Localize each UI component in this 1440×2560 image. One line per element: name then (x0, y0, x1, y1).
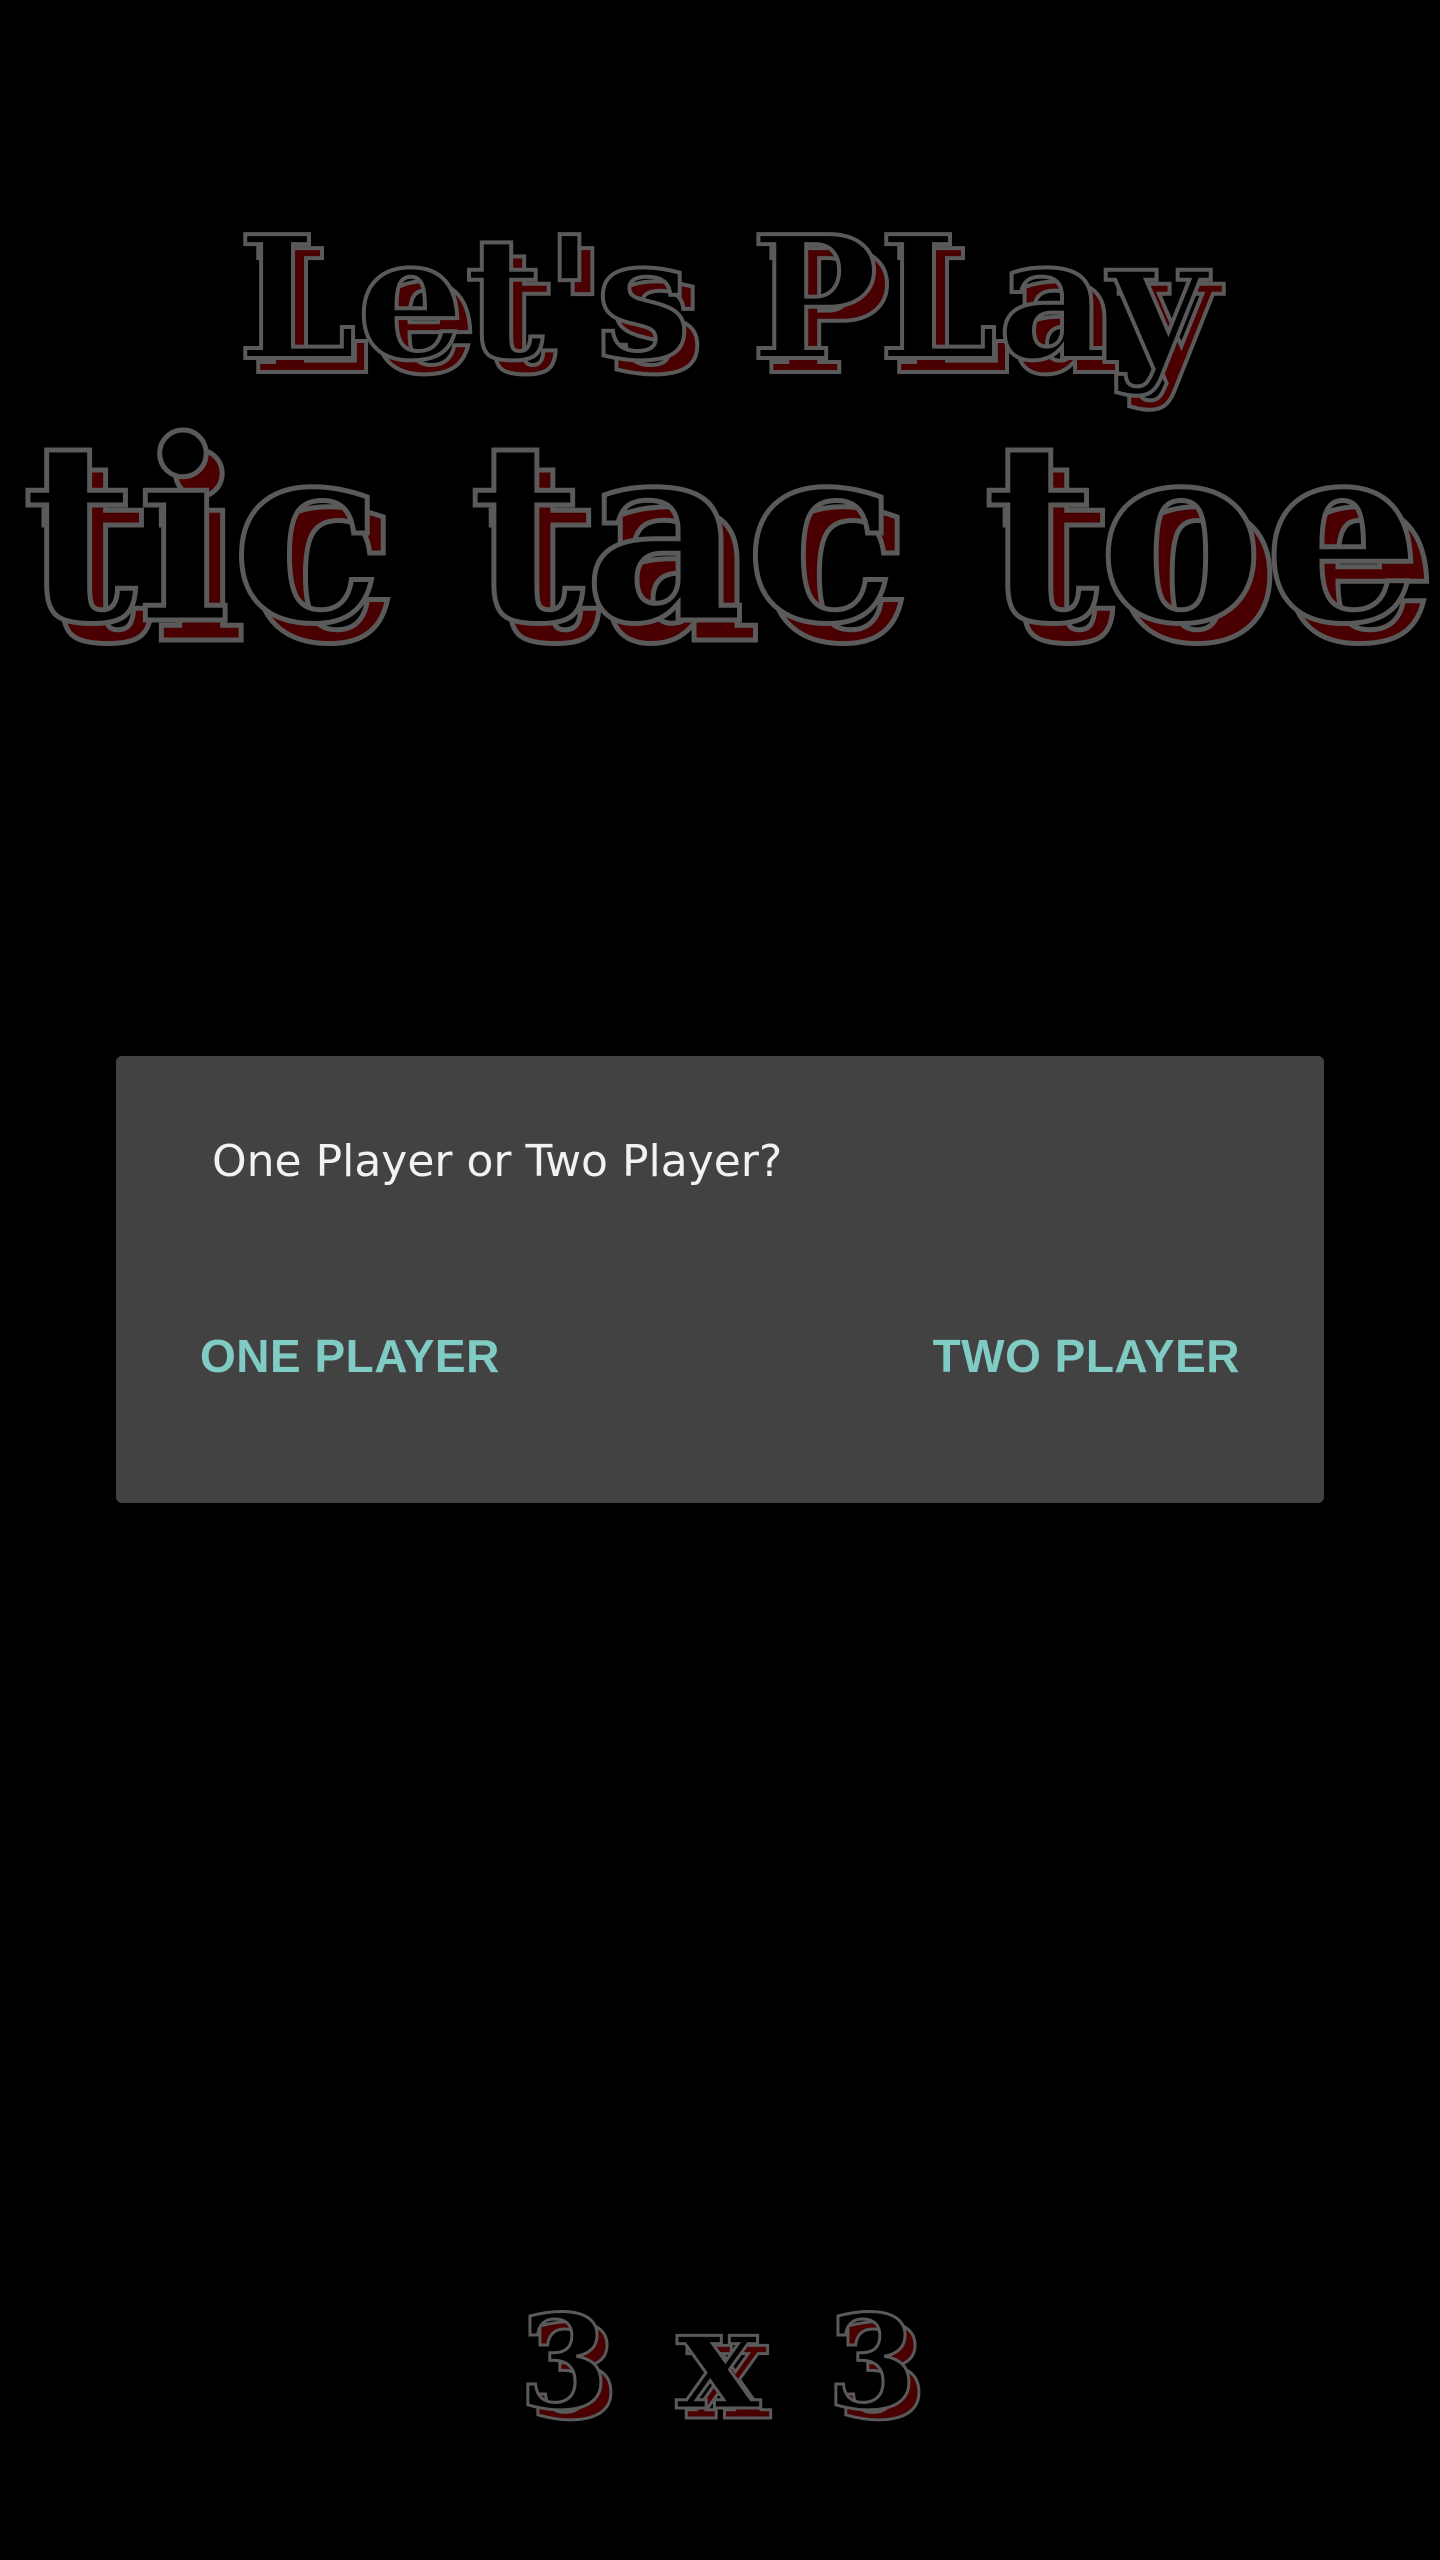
two-player-button[interactable]: TWO PLAYER (909, 1312, 1264, 1400)
player-mode-dialog: One Player or Two Player? ONE PLAYER TWO… (116, 1056, 1324, 1503)
dialog-message: One Player or Two Player? (212, 1136, 783, 1187)
one-player-button[interactable]: ONE PLAYER (176, 1312, 524, 1400)
